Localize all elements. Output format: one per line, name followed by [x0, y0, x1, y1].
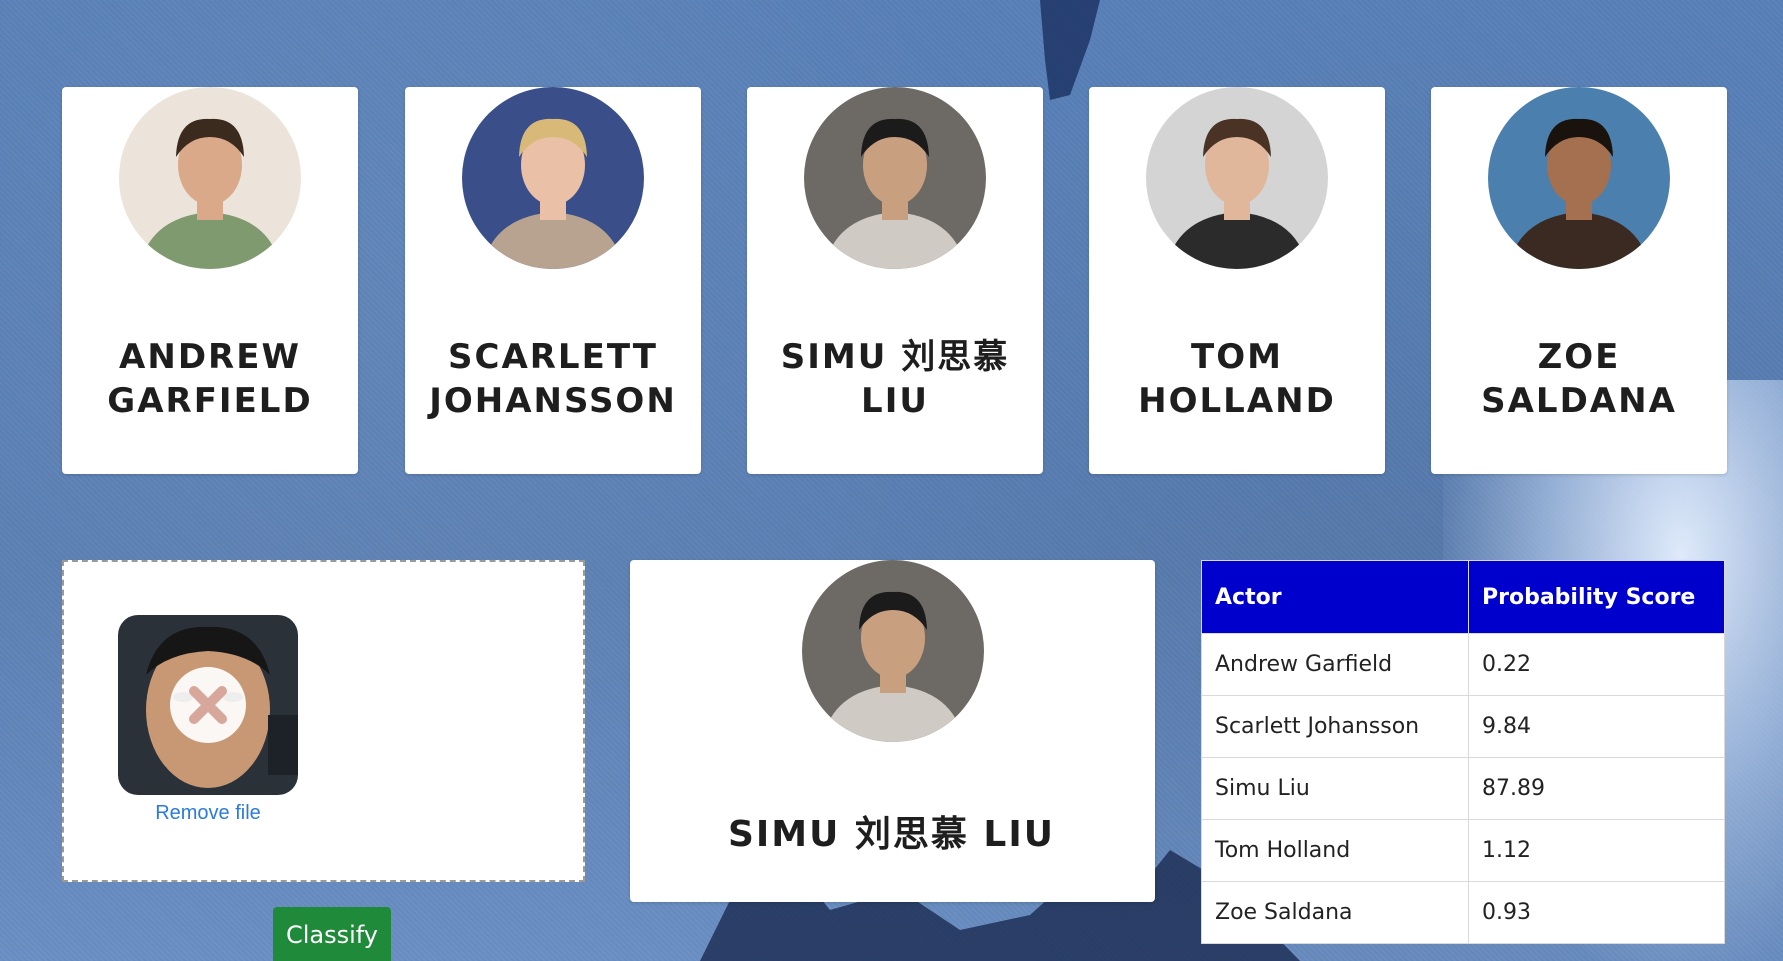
actor-name: ANDREW GARFIELD — [107, 337, 313, 421]
actor-name: SCARLETT JOHANSSON — [429, 337, 677, 421]
andrew-garfield-photo-icon — [119, 87, 301, 269]
table-cell-actor: Tom Holland — [1201, 819, 1469, 882]
table-cell-score: 0.22 — [1468, 633, 1725, 696]
remove-file-icon[interactable] — [170, 667, 246, 743]
table-cell-actor: Simu Liu — [1201, 757, 1469, 820]
actor-card: SCARLETT JOHANSSON — [405, 87, 701, 474]
actor-card: SIMU 刘思慕 LIU — [747, 87, 1043, 474]
classify-button[interactable]: Classify — [273, 907, 391, 961]
table-cell-score: 0.93 — [1468, 881, 1725, 944]
table-row: Andrew Garfield 0.22 — [1201, 633, 1725, 696]
actor-name: SIMU 刘思慕 LIU — [780, 337, 1010, 421]
table-cell-actor: Scarlett Johansson — [1201, 695, 1469, 758]
table-row: Zoe Saldana 0.93 — [1201, 881, 1725, 944]
actor-name: ZOE SALDANA — [1481, 337, 1677, 421]
table-cell-actor: Zoe Saldana — [1201, 881, 1469, 944]
zoe-saldana-photo-icon — [1488, 87, 1670, 269]
table-cell-actor: Andrew Garfield — [1201, 633, 1469, 696]
uploaded-photo-thumbnail — [118, 615, 298, 795]
table-header-actor: Actor — [1201, 560, 1469, 634]
actor-name: TOM HOLLAND — [1138, 337, 1336, 421]
table-cell-score: 1.12 — [1468, 819, 1725, 882]
table-row: Tom Holland 1.12 — [1201, 819, 1725, 882]
table-cell-score: 9.84 — [1468, 695, 1725, 758]
table-header-score: Probability Score — [1468, 560, 1725, 634]
actor-card: ZOE SALDANA — [1431, 87, 1727, 474]
table-cell-score: 87.89 — [1468, 757, 1725, 820]
table-row: Scarlett Johansson 9.84 — [1201, 695, 1725, 758]
simu-liu-photo-icon — [801, 560, 984, 742]
probability-table: Actor Probability Score Andrew Garfield … — [1201, 560, 1725, 944]
simu-liu-photo-icon — [804, 87, 986, 269]
tom-holland-photo-icon — [1146, 87, 1328, 269]
table-row: Simu Liu 87.89 — [1201, 757, 1725, 820]
actor-card: ANDREW GARFIELD — [62, 87, 358, 474]
scarlett-johansson-photo-icon — [462, 87, 644, 269]
actor-card: TOM HOLLAND — [1089, 87, 1385, 474]
